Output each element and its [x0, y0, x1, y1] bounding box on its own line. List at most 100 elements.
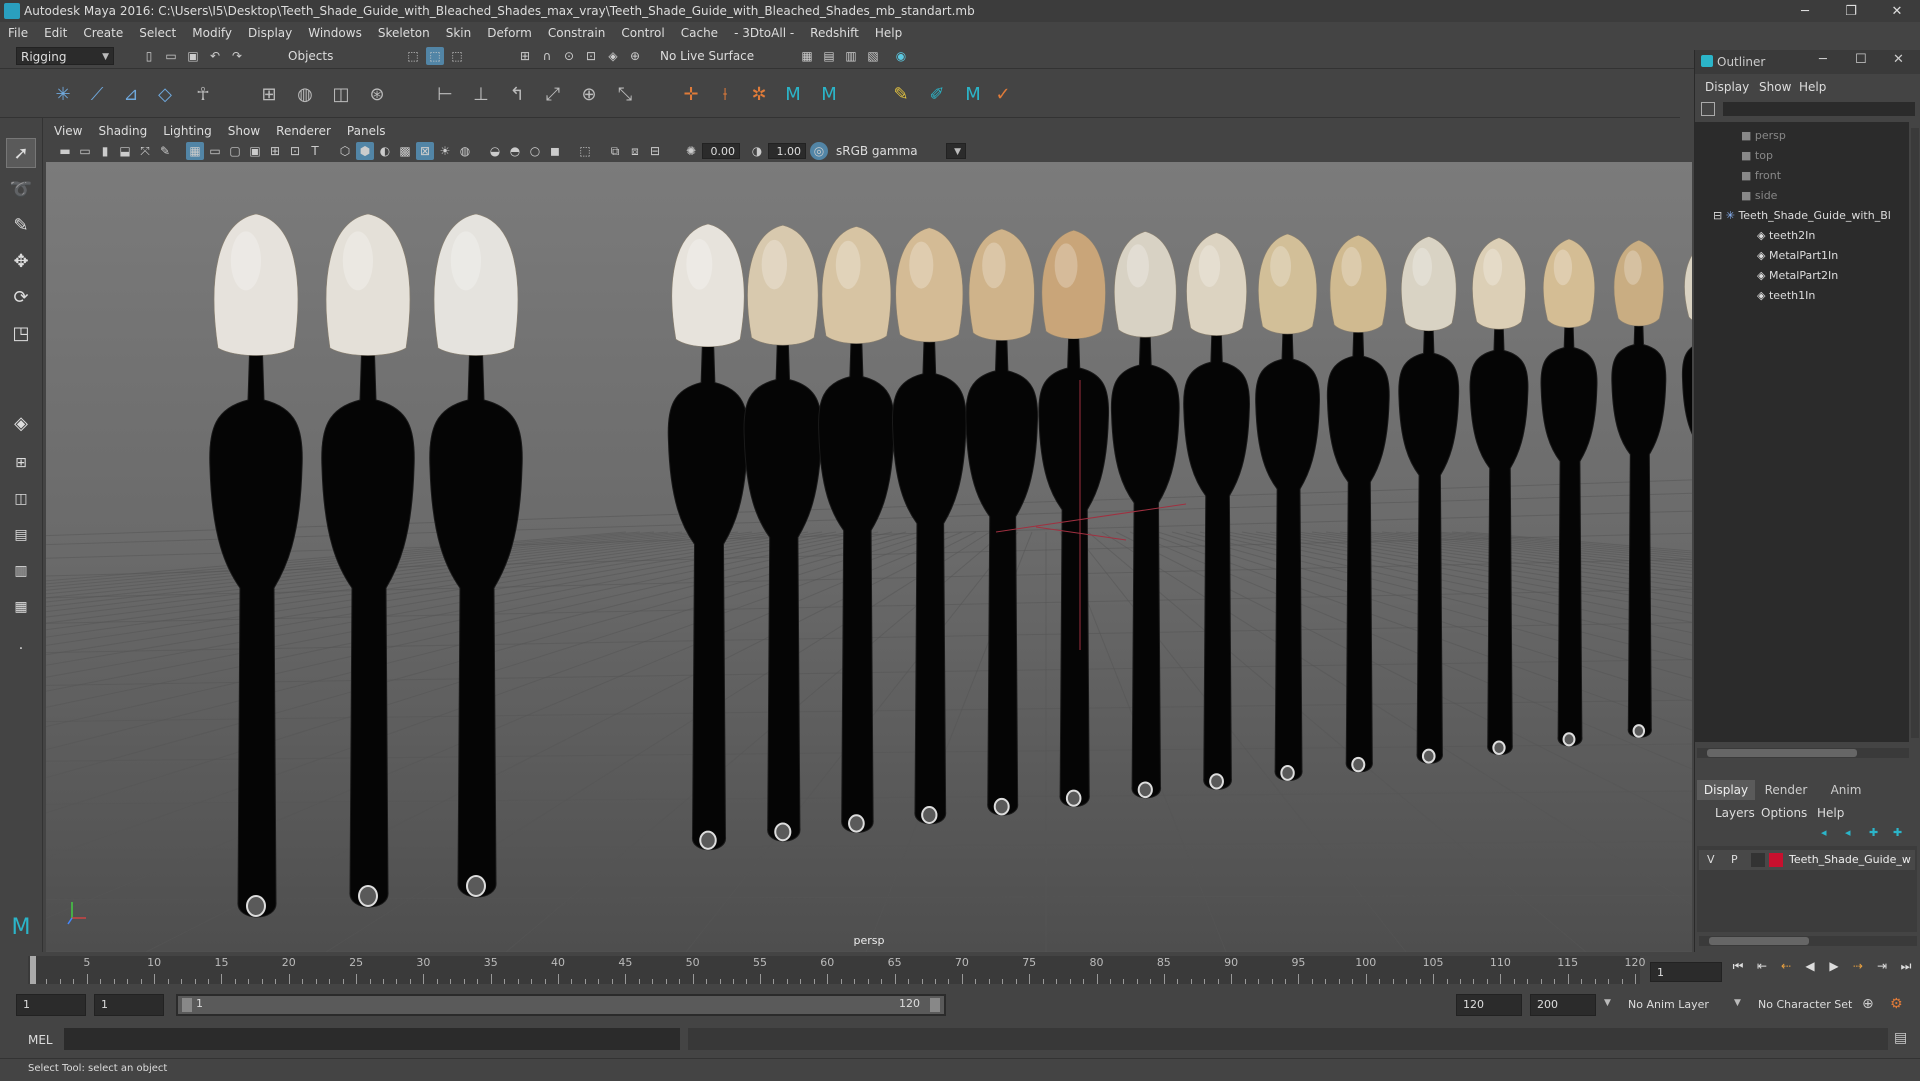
close-button[interactable]: ✕ — [1893, 52, 1904, 67]
bind-skin-icon[interactable]: ⊞ — [256, 81, 282, 107]
step-forward-frame-icon[interactable]: ⇢ — [1848, 956, 1868, 976]
menu-control[interactable]: Control — [613, 26, 672, 40]
camera-select-icon[interactable]: ▬ — [56, 142, 74, 160]
render-view-icon[interactable]: ▦ — [798, 47, 816, 65]
layer-hscroll-thumb[interactable] — [1709, 937, 1809, 945]
layer-row[interactable]: V P Teeth_Shade_Guide_w — [1699, 850, 1915, 870]
vp-menu-view[interactable]: View — [46, 124, 90, 138]
outliner-item-front[interactable]: ■ front — [1695, 166, 1920, 186]
selection-mode-dropdown[interactable]: Objects — [284, 47, 380, 65]
play-forward-icon[interactable]: ▶ — [1824, 956, 1844, 976]
snap-grid-icon[interactable]: ⊞ — [516, 47, 534, 65]
vp-menu-renderer[interactable]: Renderer — [268, 124, 339, 138]
collapse-icon[interactable]: ⊟ — [1713, 209, 1722, 222]
constraint-aim-icon[interactable]: ⊕ — [576, 81, 602, 107]
constraint-parent-icon[interactable]: ⊢ — [432, 81, 458, 107]
graph-layout-icon[interactable]: ▥ — [6, 556, 36, 586]
rotate-tool-icon[interactable]: ⟳ — [6, 282, 36, 312]
menu-windows[interactable]: Windows — [300, 26, 370, 40]
resolution-gate-icon[interactable]: ▢ — [226, 142, 244, 160]
outliner-item-teeth2in[interactable]: ◈ teeth2In — [1695, 226, 1920, 246]
outliner-menu-help[interactable]: Help — [1799, 80, 1826, 94]
range-start-grip[interactable] — [182, 998, 192, 1012]
two-view-icon[interactable]: ◫ — [6, 484, 36, 514]
open-scene-icon[interactable]: ▭ — [162, 47, 180, 65]
menu-constrain[interactable]: Constrain — [540, 26, 614, 40]
scene-canvas[interactable] — [46, 162, 1692, 952]
range-end-grip[interactable] — [930, 998, 940, 1012]
layer-tab-display[interactable]: Display — [1697, 780, 1755, 800]
color-space-arrow[interactable]: ▼ — [946, 143, 966, 159]
smooth-shade-icon[interactable]: ⬢ — [356, 142, 374, 160]
maximize-button[interactable]: ☐ — [1855, 52, 1867, 67]
layer-name[interactable]: Teeth_Shade_Guide_w — [1789, 853, 1911, 866]
outliner-item-metalpart2in[interactable]: ◈ MetalPart2In — [1695, 266, 1920, 286]
viewport-3d[interactable]: persp — [46, 162, 1692, 952]
insert-joint-icon[interactable]: ◇ — [152, 81, 178, 107]
outliner-item-persp[interactable]: ■ persp — [1695, 126, 1920, 146]
vp-menu-show[interactable]: Show — [220, 124, 268, 138]
lasso-tool-icon[interactable]: ➰ — [6, 174, 36, 204]
snap-surface-icon[interactable]: ◈ — [604, 47, 622, 65]
ik-handle-icon[interactable]: ⟋ — [84, 81, 110, 107]
layer-move-down-icon[interactable]: ◂ — [1845, 826, 1851, 839]
bookmark-icon[interactable]: ▮ — [96, 142, 114, 160]
chevron-down-icon[interactable]: ▼ — [1734, 998, 1741, 1008]
humanik-icon[interactable]: ☥ — [190, 81, 216, 107]
menu-modify[interactable]: Modify — [184, 26, 240, 40]
anti-alias-icon[interactable]: ◓ — [506, 142, 524, 160]
maya-tool-3-icon[interactable]: M — [960, 81, 986, 107]
restore-button[interactable]: ❐ — [1828, 0, 1874, 22]
close-button[interactable]: ✕ — [1874, 0, 1920, 22]
undo-icon[interactable]: ↶ — [206, 47, 224, 65]
outliner-item-metalpart1in[interactable]: ◈ MetalPart1In — [1695, 246, 1920, 266]
cluster-icon[interactable]: ⟊ — [712, 81, 738, 107]
menu-help[interactable]: Help — [867, 26, 910, 40]
outliner-menu-show[interactable]: Show — [1759, 80, 1791, 94]
outliner-item-group[interactable]: ⊟ ✳ Teeth_Shade_Guide_with_Bl — [1695, 206, 1920, 226]
playback-start-field[interactable]: 1 — [94, 994, 164, 1016]
select-tool-icon[interactable]: ➚ — [6, 138, 36, 168]
color-space-dropdown[interactable]: sRGB gamma — [832, 143, 954, 159]
playback-end-field[interactable]: 120 — [1456, 994, 1522, 1016]
outliner-item-teeth1in[interactable]: ◈ teeth1In — [1695, 286, 1920, 306]
snap-curve-icon[interactable]: ∩ — [538, 47, 556, 65]
constraint-scale-icon[interactable]: ⤢ — [540, 81, 566, 107]
constraint-orient-icon[interactable]: ↰ — [504, 81, 530, 107]
start-time-field[interactable]: 1 — [16, 994, 86, 1016]
time-slider[interactable]: 5 10 15 20 25 30 35 40 45 50 55 60 65 70 75 80 85 90 95 100… — [0, 952, 1920, 990]
depth-of-field-icon[interactable]: ○ — [526, 142, 544, 160]
checkmark-icon[interactable]: ✓ — [990, 81, 1016, 107]
snap-view-icon[interactable]: ⊡ — [582, 47, 600, 65]
persp-outliner-icon[interactable]: ▤ — [6, 520, 36, 550]
single-view-icon[interactable]: ◈ — [6, 408, 36, 438]
minimize-button[interactable]: ─ — [1782, 0, 1828, 22]
menu-deform[interactable]: Deform — [479, 26, 540, 40]
new-scene-icon[interactable]: ▯ — [140, 47, 158, 65]
outliner-search-input[interactable] — [1723, 102, 1915, 116]
layer-menu-options[interactable]: Options — [1761, 806, 1807, 820]
select-object-icon[interactable]: ⬚ — [426, 47, 444, 65]
vp-menu-panels[interactable]: Panels — [339, 124, 394, 138]
layer-move-up-icon[interactable]: ◂ — [1821, 826, 1827, 839]
menu-edit[interactable]: Edit — [36, 26, 75, 40]
command-language-label[interactable]: MEL — [28, 1033, 53, 1047]
layer-menu-layers[interactable]: Layers — [1715, 806, 1755, 820]
select-component-icon[interactable]: ⬚ — [448, 47, 466, 65]
character-set-dropdown[interactable]: No Character Set — [1752, 994, 1866, 1016]
vp-menu-lighting[interactable]: Lighting — [155, 124, 220, 138]
xray-icon[interactable]: ◼ — [546, 142, 564, 160]
gamma-field[interactable]: 1.00 — [768, 143, 806, 159]
command-input[interactable] — [64, 1028, 680, 1050]
menu-display[interactable]: Display — [240, 26, 300, 40]
new-layer-icon[interactable]: ✚ — [1869, 826, 1878, 839]
menu-redshift[interactable]: Redshift — [802, 26, 867, 40]
ik-spline-icon[interactable]: ⊿ — [118, 81, 144, 107]
snap-together-icon[interactable]: ⊕ — [626, 47, 644, 65]
toolbox-more-icon[interactable]: · — [6, 634, 36, 664]
vp-menu-shading[interactable]: Shading — [90, 124, 155, 138]
time-ruler[interactable]: 5 10 15 20 25 30 35 40 45 50 55 60 65 70 75 80 85 90 95 100… — [28, 956, 1646, 984]
go-to-end-icon[interactable]: ⏭ — [1896, 956, 1916, 976]
layer-tab-anim[interactable]: Anim — [1817, 780, 1875, 800]
outliner-menu-display[interactable]: Display — [1705, 80, 1749, 94]
